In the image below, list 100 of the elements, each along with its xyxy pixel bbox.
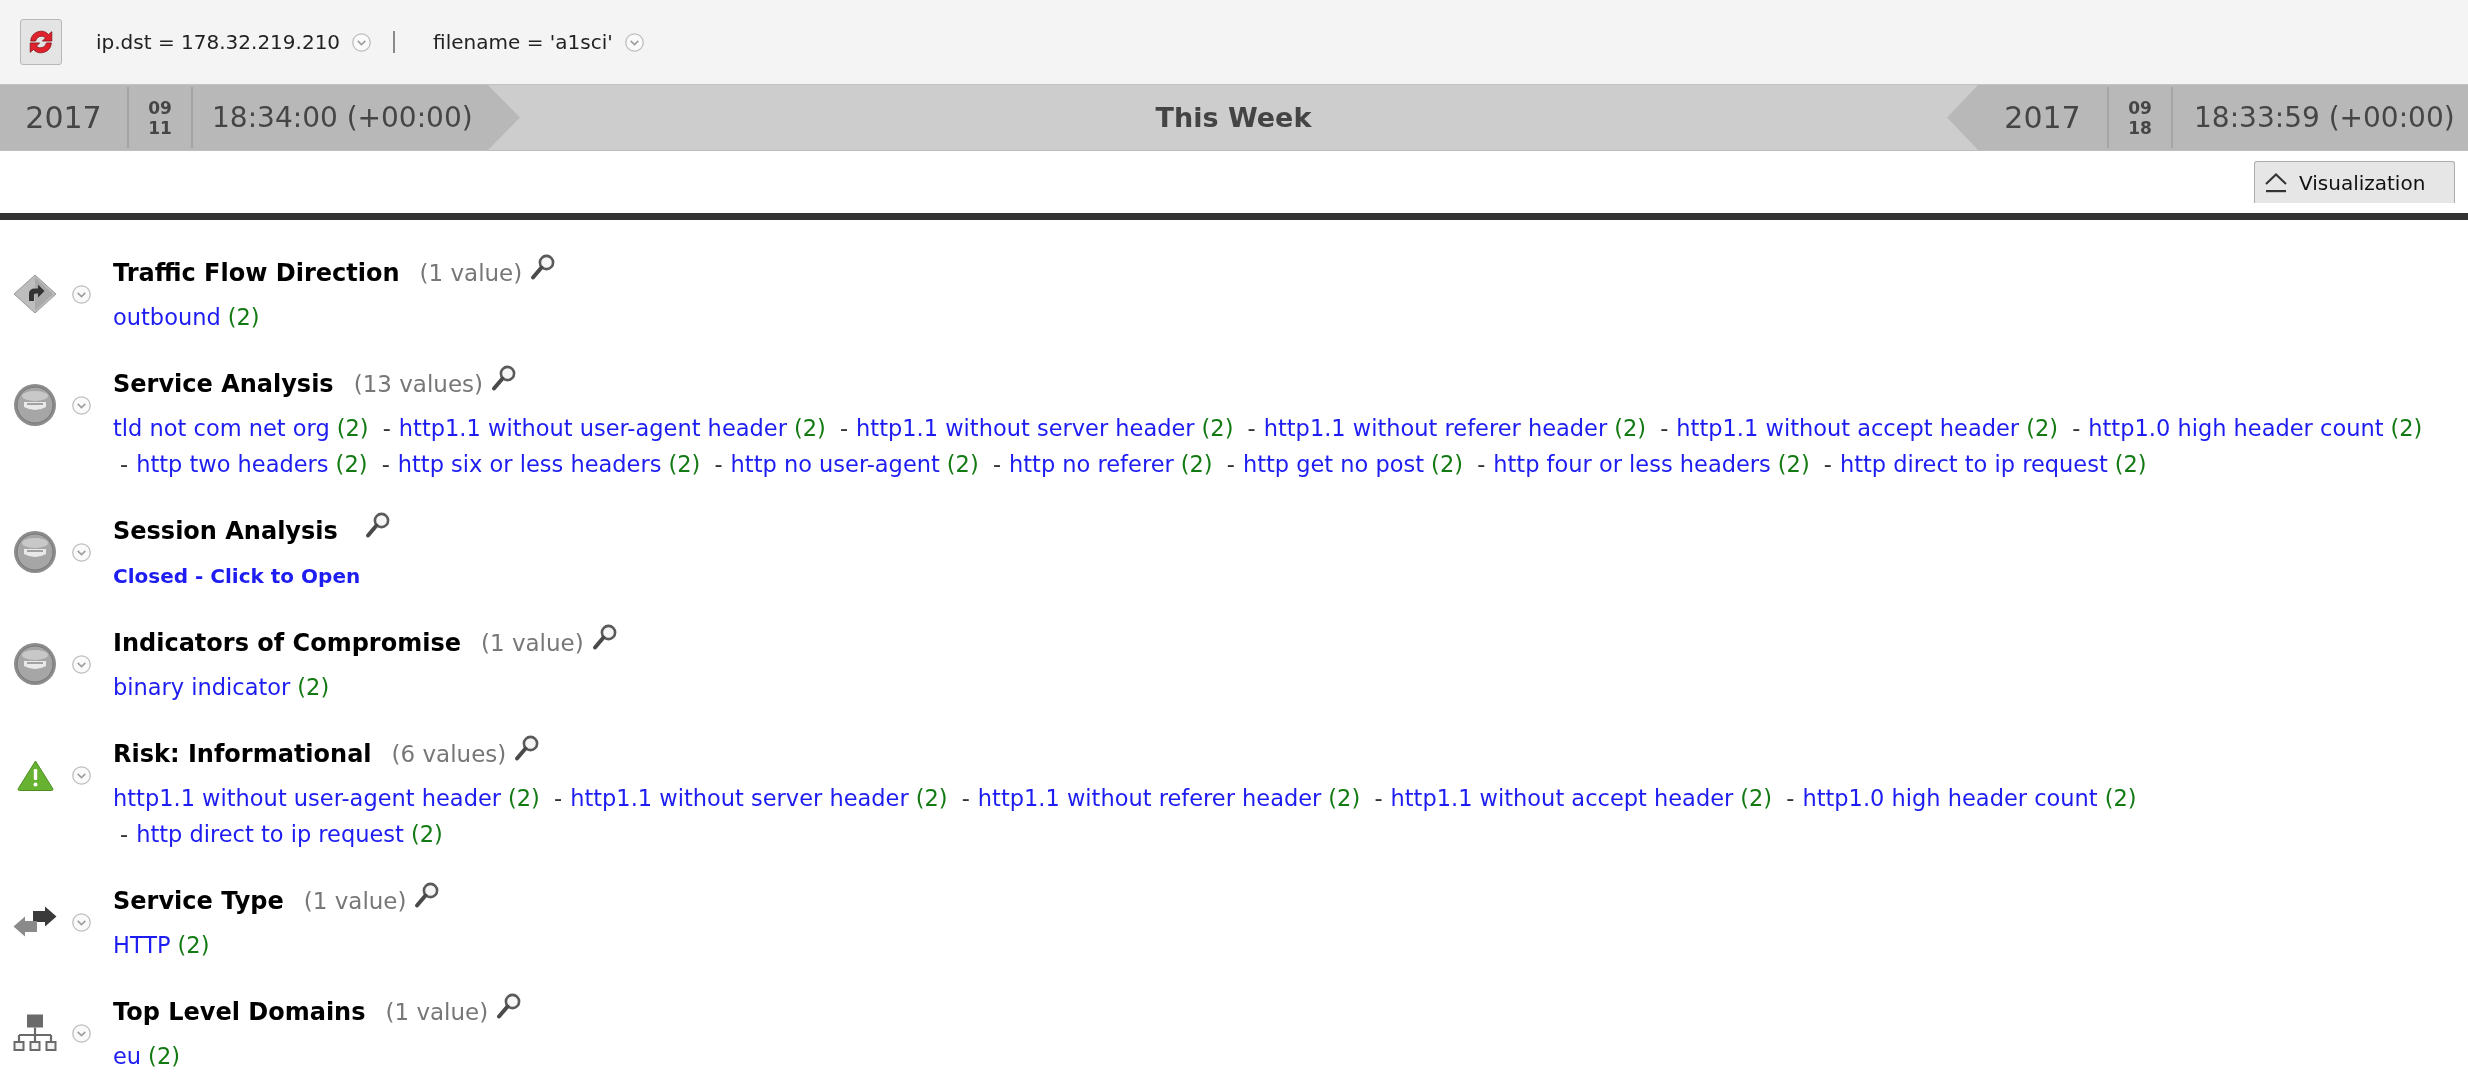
year-text: 2017 xyxy=(25,100,102,135)
value-total: (1 value) xyxy=(385,999,489,1025)
value-link[interactable]: http six or less headers xyxy=(397,451,662,477)
separator-text: - xyxy=(1660,415,1669,441)
section-title: Service Type xyxy=(113,887,284,915)
chevron-circle-icon[interactable] xyxy=(72,912,91,932)
separator-text: - xyxy=(1786,785,1795,811)
chevron-circle-icon[interactable] xyxy=(624,32,644,52)
value-link[interactable]: http no user-agent xyxy=(730,451,940,477)
value-count: (2) xyxy=(1180,451,1213,477)
value-link[interactable]: http direct to ip request xyxy=(136,821,404,847)
separator-text: - xyxy=(382,415,391,441)
value-link[interactable]: HTTP xyxy=(113,932,171,958)
search-icon[interactable] xyxy=(414,882,440,909)
round-badge-icon xyxy=(13,642,57,686)
value-total: (6 values) xyxy=(391,741,507,767)
value-count: (2) xyxy=(148,1043,180,1069)
value-count: (2) xyxy=(1201,415,1234,441)
value-count: (2) xyxy=(508,785,540,811)
value-link[interactable]: http1.1 without user-agent header xyxy=(113,785,502,811)
eject-icon xyxy=(2264,171,2288,194)
section-title: Top Level Domains xyxy=(113,998,366,1026)
chevron-circle-icon[interactable] xyxy=(72,765,91,785)
value-count: (2) xyxy=(1614,415,1647,441)
open-section-link[interactable]: Closed - Click to Open xyxy=(113,564,361,588)
value-link[interactable]: http1.0 high header count xyxy=(2088,415,2384,441)
search-icon[interactable] xyxy=(514,735,540,762)
month-text: 09 xyxy=(2128,97,2152,118)
range-label: This Week xyxy=(1155,102,1312,133)
separator-text: - xyxy=(839,415,849,441)
chevron-circle-icon[interactable] xyxy=(72,1023,91,1043)
value-count: (2) xyxy=(336,415,369,441)
separator-text: - xyxy=(992,451,1001,477)
round-badge-icon xyxy=(13,530,57,574)
value-count: (2) xyxy=(1777,451,1810,477)
refresh-button[interactable] xyxy=(20,19,62,65)
search-icon[interactable] xyxy=(364,512,390,539)
value-total: (13 values) xyxy=(353,371,483,397)
value-count: (2) xyxy=(297,674,330,700)
swap-arrows-icon xyxy=(13,906,57,938)
value-count: (2) xyxy=(410,821,443,847)
value-count: (2) xyxy=(793,415,826,441)
filter-label[interactable]: ip.dst = 178.32.219.210 xyxy=(96,30,341,54)
value-count: (2) xyxy=(1431,451,1463,477)
value-link[interactable]: tld not com net org xyxy=(113,415,330,441)
round-badge-icon xyxy=(13,383,57,427)
value-count: (2) xyxy=(2104,785,2137,811)
separator-text: - xyxy=(1247,415,1256,441)
value-link[interactable]: http two headers xyxy=(136,451,329,477)
search-icon[interactable] xyxy=(530,254,556,281)
network-tree-icon xyxy=(13,1014,57,1052)
value-link[interactable]: http1.1 without server header xyxy=(570,785,909,811)
value-link[interactable]: http1.1 without server header xyxy=(856,415,1195,441)
value-count: (2) xyxy=(1328,785,1361,811)
year-text: 2017 xyxy=(2004,100,2081,135)
section-title: Service Analysis xyxy=(113,370,334,398)
separator-text: - xyxy=(714,451,723,477)
time-text: 18:33:59 (+00:00) xyxy=(2194,101,2455,134)
search-icon[interactable] xyxy=(591,624,617,651)
value-link[interactable]: http get no post xyxy=(1242,451,1425,477)
search-icon[interactable] xyxy=(496,993,522,1020)
separator-text: - xyxy=(1226,451,1235,477)
separator-text: - xyxy=(381,451,390,477)
value-link[interactable]: eu xyxy=(113,1043,142,1069)
filter-label[interactable]: filename = 'a1sci' xyxy=(433,30,613,54)
value-total: (1 value) xyxy=(303,888,407,914)
value-link[interactable]: http1.1 without referer header xyxy=(1263,415,1608,441)
section-title: Risk: Informational xyxy=(113,740,372,768)
value-link[interactable]: http1.1 without accept header xyxy=(1390,785,1734,811)
visualization-button[interactable]: Visualization xyxy=(2254,161,2455,203)
value-link[interactable]: http direct to ip request xyxy=(1839,451,2108,477)
separator-text: - xyxy=(961,785,970,811)
value-total: (1 value) xyxy=(419,260,523,286)
month-text: 09 xyxy=(148,97,172,118)
value-total: (1 value) xyxy=(481,630,584,656)
section-title: Session Analysis xyxy=(113,517,338,545)
day-text: 11 xyxy=(148,117,172,138)
chevron-circle-icon[interactable] xyxy=(72,654,91,674)
chevron-circle-icon[interactable] xyxy=(72,395,91,415)
value-link[interactable]: http no referer xyxy=(1009,451,1174,477)
value-link[interactable]: binary indicator xyxy=(113,674,291,700)
value-count: (2) xyxy=(2026,415,2058,441)
value-count: (2) xyxy=(915,785,948,811)
value-link[interactable]: http1.1 without accept header xyxy=(1676,415,2020,441)
value-count: (2) xyxy=(177,932,210,958)
chevron-circle-icon[interactable] xyxy=(72,284,91,304)
value-link[interactable]: http1.1 without referer header xyxy=(977,785,1322,811)
value-link[interactable]: outbound xyxy=(113,304,221,330)
chevron-circle-icon[interactable] xyxy=(72,542,91,562)
value-count: (2) xyxy=(1740,785,1773,811)
value-link[interactable]: http1.0 high header count xyxy=(1802,785,2098,811)
section-title: Indicators of Compromise xyxy=(113,629,461,657)
separator-text: - xyxy=(1477,451,1486,477)
search-icon[interactable] xyxy=(491,365,516,392)
day-text: 18 xyxy=(2128,117,2152,138)
value-count: (2) xyxy=(2390,415,2423,441)
value-count: (2) xyxy=(335,451,368,477)
value-link[interactable]: http1.1 without user-agent header xyxy=(398,415,787,441)
chevron-circle-icon[interactable] xyxy=(352,32,372,52)
value-link[interactable]: http four or less headers xyxy=(1493,451,1771,477)
